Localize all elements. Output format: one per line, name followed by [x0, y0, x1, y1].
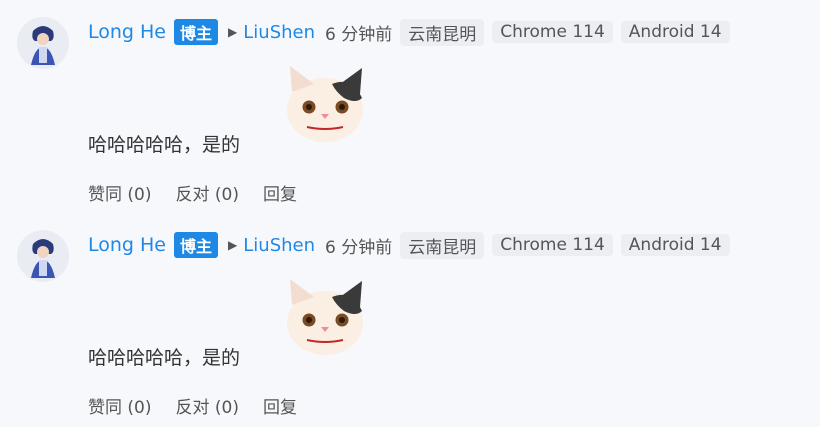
avatar[interactable]	[17, 17, 69, 69]
browser-tag: Chrome 114	[492, 21, 613, 43]
os-tag: Android 14	[620, 234, 730, 256]
location-tag: 云南昆明	[400, 231, 485, 259]
cat-sticker-icon	[287, 279, 363, 355]
author-badge: 博主	[174, 232, 219, 258]
location-tag: 云南昆明	[400, 18, 485, 46]
comment-item: Long He 博主 ▶ LiuShen 6 分钟前 云南昆明 Chrome 1…	[0, 213, 820, 426]
browser-tag: Chrome 114	[492, 234, 613, 256]
like-button[interactable]: 赞同 (0)	[88, 393, 151, 418]
cat-sticker-icon	[287, 66, 363, 142]
reply-arrow-icon: ▶	[228, 238, 238, 252]
author-badge: 博主	[174, 19, 219, 45]
comment-time: 6 分钟前	[325, 24, 393, 45]
os-tag: Android 14	[620, 21, 730, 43]
comment-item: Long He 博主 ▶ LiuShen 6 分钟前 云南昆明 Chrome 1…	[0, 0, 820, 213]
comment-actions: 赞同 (0) 反对 (0) 回复	[88, 180, 297, 205]
avatar[interactable]	[17, 230, 69, 282]
comment-text: 哈哈哈哈哈，是的	[88, 134, 241, 156]
comment-text: 哈哈哈哈哈，是的	[88, 347, 241, 369]
author-name[interactable]: Long He	[88, 234, 166, 256]
comment-time: 6 分钟前	[325, 237, 393, 258]
dislike-button[interactable]: 反对 (0)	[175, 180, 238, 205]
dislike-button[interactable]: 反对 (0)	[175, 393, 238, 418]
comment-meta: Long He 博主 ▶ LiuShen 6 分钟前 云南昆明 Chrome 1…	[88, 231, 738, 259]
reply-button[interactable]: 回复	[263, 180, 297, 205]
like-button[interactable]: 赞同 (0)	[88, 180, 151, 205]
comment-meta: Long He 博主 ▶ LiuShen 6 分钟前 云南昆明 Chrome 1…	[88, 18, 738, 46]
reply-button[interactable]: 回复	[263, 393, 297, 418]
comment-actions: 赞同 (0) 反对 (0) 回复	[88, 393, 297, 418]
reply-to-user[interactable]: LiuShen	[243, 235, 315, 256]
reply-arrow-icon: ▶	[228, 25, 238, 39]
reply-to-user[interactable]: LiuShen	[243, 22, 315, 43]
author-name[interactable]: Long He	[88, 21, 166, 43]
